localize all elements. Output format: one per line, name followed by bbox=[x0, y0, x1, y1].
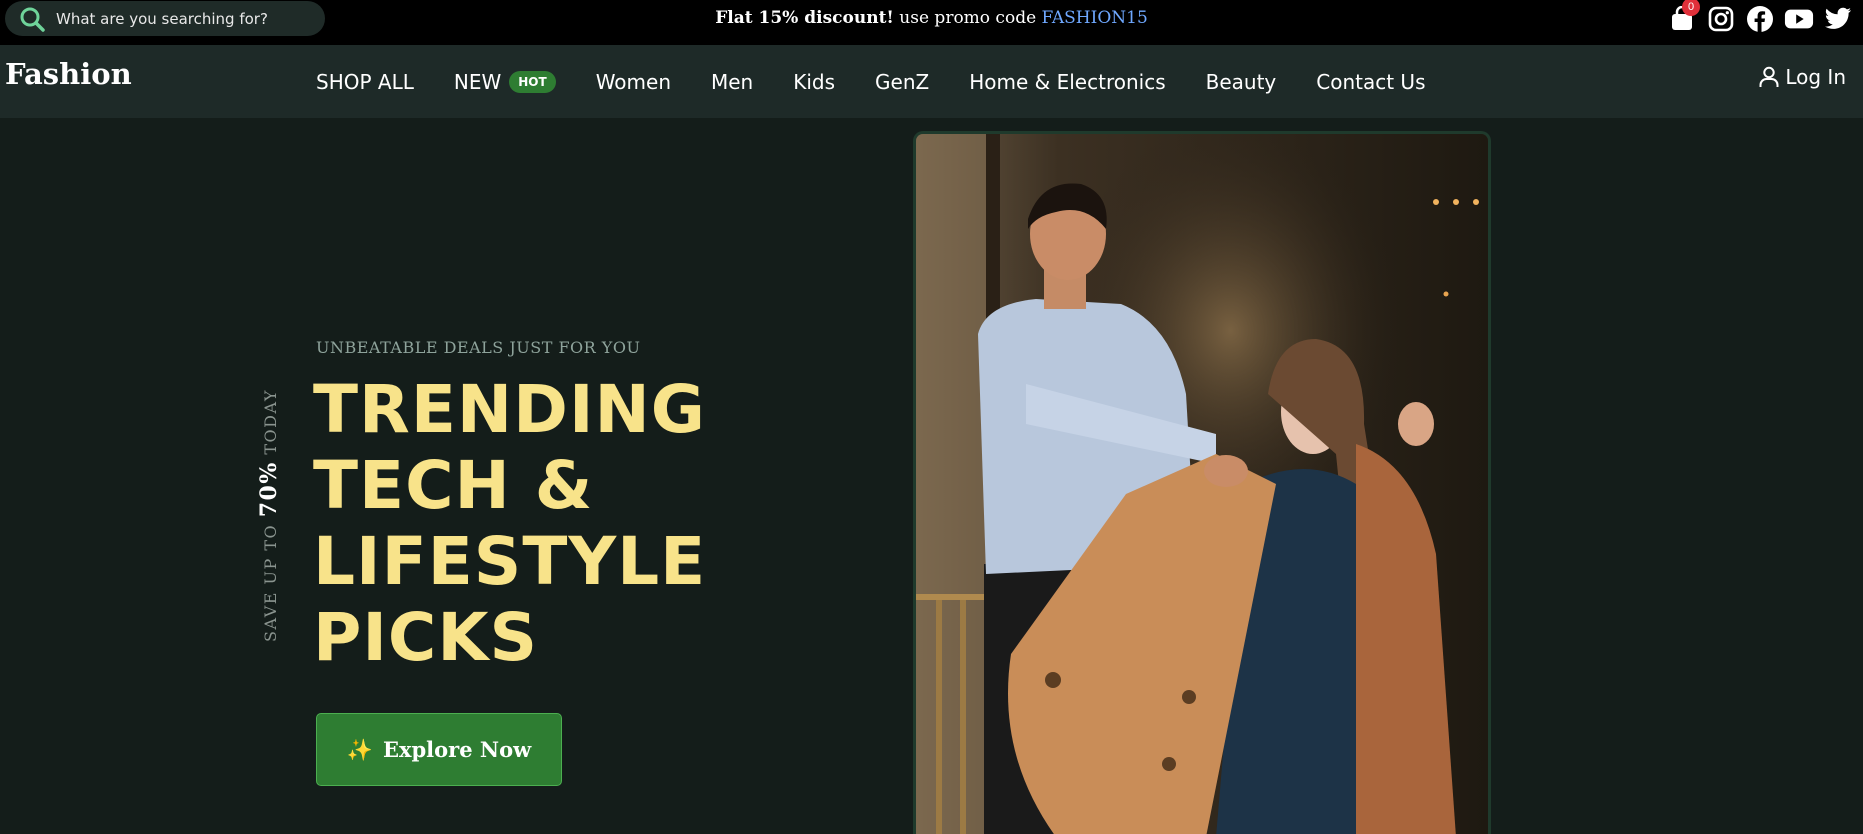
promo-code: FASHION15 bbox=[1041, 8, 1148, 28]
nav-item-home-electronics[interactable]: Home & Electronics bbox=[969, 70, 1165, 94]
site-logo[interactable]: Fashion bbox=[5, 57, 132, 91]
promo-text: use promo code bbox=[893, 8, 1042, 28]
headline-line-1: TRENDING bbox=[313, 371, 706, 448]
main-navigation: Fashion SHOP ALL NEW HOT Women Men Kids … bbox=[0, 45, 1863, 118]
hero-headline: TRENDING TECH & LIFESTYLE PICKS bbox=[313, 372, 706, 676]
user-icon bbox=[1759, 66, 1779, 87]
vertical-save-post: TODAY bbox=[261, 389, 280, 462]
vertical-save-percent: 70% bbox=[256, 461, 282, 518]
vertical-save-pre: SAVE UP TO bbox=[261, 517, 280, 642]
nav-item-contact-us[interactable]: Contact Us bbox=[1316, 70, 1425, 94]
youtube-icon[interactable] bbox=[1784, 7, 1814, 31]
facebook-icon[interactable] bbox=[1746, 5, 1774, 33]
headline-line-3: LIFESTYLE bbox=[313, 523, 707, 600]
explore-now-button[interactable]: ✨ Explore Now bbox=[316, 713, 562, 786]
promo-banner: Flat 15% discount! use promo code FASHIO… bbox=[0, 8, 1863, 28]
hero-eyebrow: UNBEATABLE DEALS JUST FOR YOU bbox=[316, 338, 641, 357]
twitter-icon[interactable] bbox=[1824, 7, 1852, 31]
sparkles-icon: ✨ bbox=[346, 736, 373, 762]
nav-item-kids[interactable]: Kids bbox=[793, 70, 835, 94]
hot-badge: HOT bbox=[509, 70, 556, 93]
nav-item-new[interactable]: NEW HOT bbox=[454, 70, 556, 94]
nav-item-women[interactable]: Women bbox=[596, 70, 671, 94]
vertical-save-text: SAVE UP TO 70% TODAY bbox=[256, 389, 282, 642]
nav-item-men[interactable]: Men bbox=[711, 70, 753, 94]
instagram-icon[interactable] bbox=[1708, 6, 1734, 32]
youtube-link[interactable] bbox=[1784, 4, 1814, 34]
promo-bold: Flat 15% discount! bbox=[715, 8, 894, 28]
nav-item-beauty[interactable]: Beauty bbox=[1206, 70, 1277, 94]
social-icons: 0 bbox=[1667, 0, 1853, 34]
headline-line-4: PICKS bbox=[313, 599, 539, 676]
headline-line-2: TECH & bbox=[313, 447, 594, 524]
cart-button[interactable]: 0 bbox=[1667, 0, 1700, 34]
nav-menu: SHOP ALL NEW HOT Women Men Kids GenZ Hom… bbox=[316, 45, 1426, 118]
login-label: Log In bbox=[1785, 65, 1846, 89]
top-bar: Flat 15% discount! use promo code FASHIO… bbox=[0, 0, 1863, 45]
cart-count-badge: 0 bbox=[1682, 0, 1700, 16]
instagram-link[interactable] bbox=[1706, 4, 1736, 34]
nav-item-new-label: NEW bbox=[453, 69, 502, 94]
login-link[interactable]: Log In bbox=[1759, 65, 1846, 89]
hero-photo-illustration bbox=[916, 134, 1488, 834]
nav-item-genz[interactable]: GenZ bbox=[875, 70, 929, 94]
twitter-link[interactable] bbox=[1823, 4, 1853, 34]
nav-item-shop-all[interactable]: SHOP ALL bbox=[316, 70, 414, 94]
facebook-link[interactable] bbox=[1745, 4, 1775, 34]
hero-photo bbox=[913, 131, 1491, 834]
explore-now-label: Explore Now bbox=[382, 737, 532, 762]
